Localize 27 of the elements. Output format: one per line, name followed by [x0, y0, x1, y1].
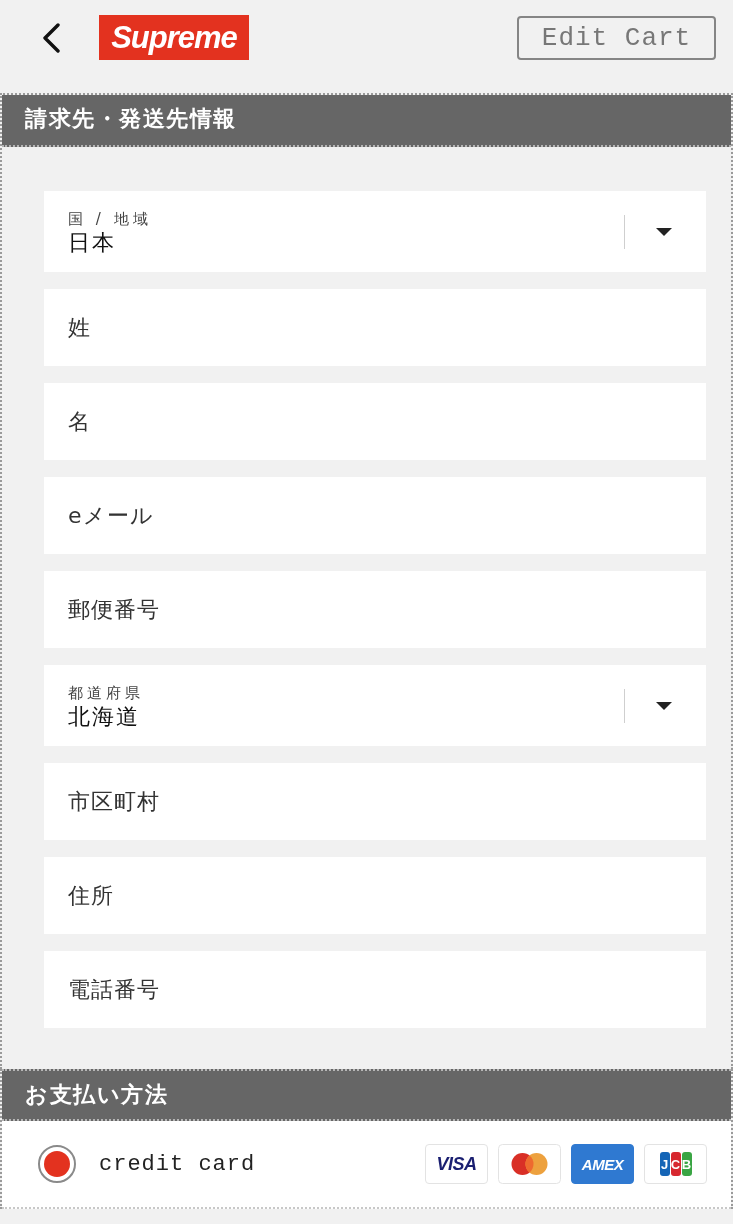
input-field[interactable]: 姓: [44, 289, 706, 366]
section-heading: 請求先・発送先情報: [2, 95, 731, 147]
input-field[interactable]: eメール: [44, 477, 706, 554]
input-field[interactable]: 郵便番号: [44, 571, 706, 648]
field-label: 国 / 地域: [68, 208, 152, 229]
radio-button[interactable]: [38, 1145, 76, 1183]
input-field[interactable]: 市区町村: [44, 763, 706, 840]
section-heading: お支払い方法: [2, 1069, 731, 1121]
overlapping-circles-icon: [498, 1144, 561, 1184]
caret-down-icon: [656, 701, 672, 710]
chevron-left-icon[interactable]: [41, 22, 61, 53]
edit-cart-button[interactable]: Edit Cart: [517, 15, 716, 60]
select-field[interactable]: 都道府県 北海道: [44, 665, 706, 746]
select-field[interactable]: 国 / 地域 日本: [44, 191, 706, 272]
card-logo: VISA: [425, 1144, 488, 1184]
card-logo: JCB: [644, 1144, 707, 1184]
payment-option-row[interactable]: credit card VISA AMEX JCB: [2, 1121, 731, 1209]
card-logo: AMEX: [571, 1144, 634, 1184]
input-field[interactable]: 名: [44, 383, 706, 460]
input-field[interactable]: 住所: [44, 857, 706, 934]
input-field[interactable]: 電話番号: [44, 951, 706, 1028]
caret-down-icon: [656, 227, 672, 236]
field-label: 都道府県: [68, 682, 144, 703]
selected-value: 日本: [68, 228, 116, 257]
selected-value: 北海道: [68, 702, 140, 731]
logo[interactable]: Supreme: [99, 15, 249, 60]
payment-method-label: credit card: [99, 1151, 256, 1177]
